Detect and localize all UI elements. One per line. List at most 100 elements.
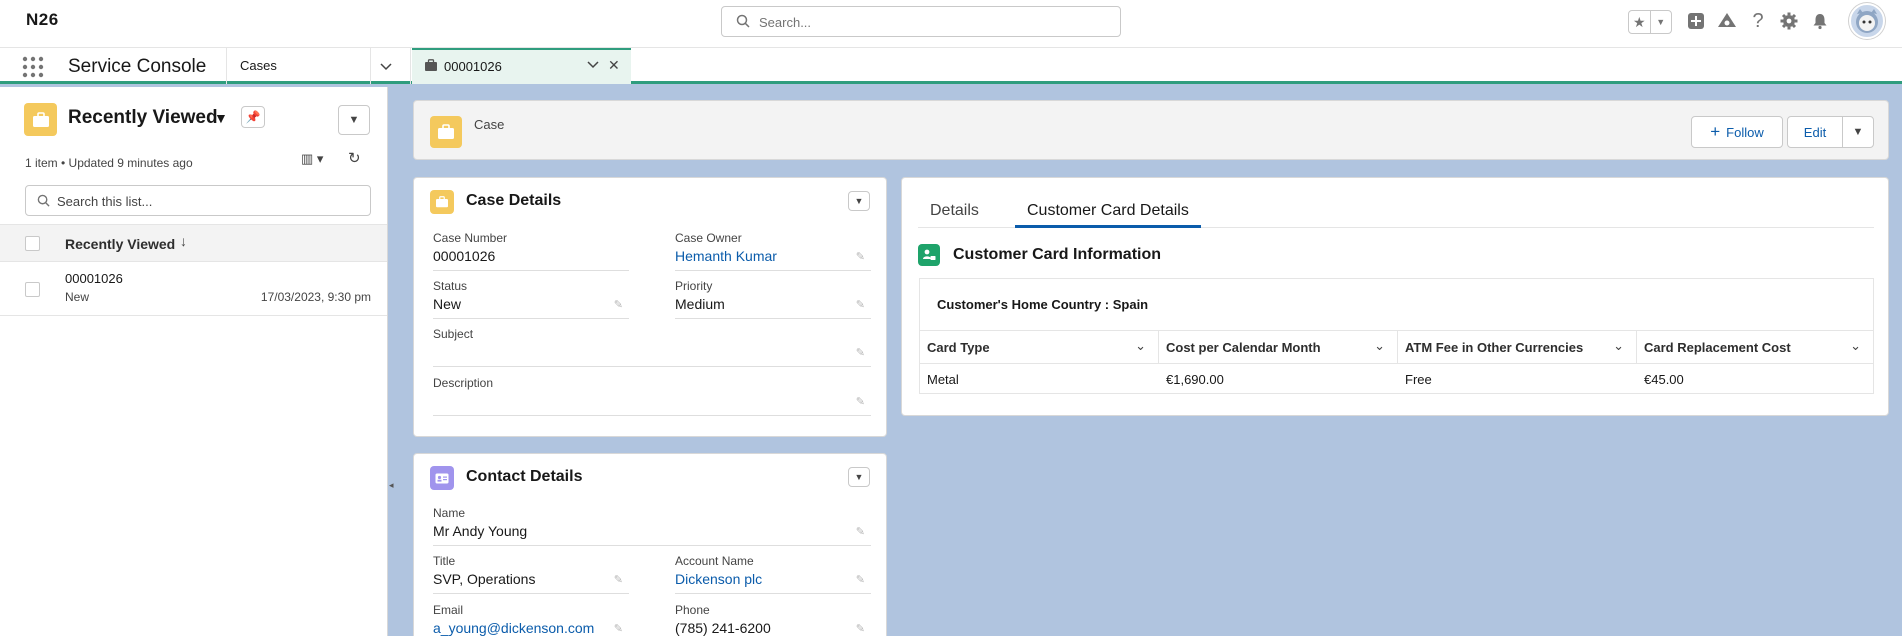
list-item-status: New	[65, 290, 90, 304]
edit-button[interactable]: Edit	[1787, 116, 1843, 148]
chevron-down-icon[interactable]: ⌄	[1850, 338, 1861, 354]
edit-pencil-icon[interactable]: ✎	[856, 395, 865, 408]
chevron-down-icon[interactable]: ⌄	[1374, 338, 1385, 354]
field-value: 00001026	[433, 248, 496, 264]
list-search-placeholder: Search this list...	[57, 194, 153, 209]
list-item[interactable]: 00001026 New 17/03/2023, 9:30 pm	[0, 262, 387, 316]
nav-divider	[370, 48, 371, 84]
edit-pencil-icon[interactable]: ✎	[614, 573, 623, 586]
account-name-link[interactable]: Dickenson plc	[675, 571, 762, 587]
list-item-date: 17/03/2023, 9:30 pm	[260, 290, 371, 304]
field-value: Mr Andy Young	[433, 523, 528, 539]
case-owner-link[interactable]: Hemanth Kumar	[675, 248, 777, 264]
chevron-down-icon[interactable]: ⌄	[1613, 338, 1624, 354]
column-header-card-type[interactable]: Card Type ⌄	[920, 331, 1159, 364]
edit-pencil-icon[interactable]: ✎	[856, 525, 865, 538]
email-link[interactable]: a_young@dickenson.com	[433, 620, 594, 636]
add-icon[interactable]	[1685, 10, 1707, 32]
list-view-picker-icon[interactable]: ▼	[214, 110, 228, 126]
card-title: Case Details	[466, 192, 562, 209]
global-header: N26 Search... ★ ▼ ?	[0, 0, 1902, 48]
chevron-down-icon[interactable]	[587, 57, 599, 72]
tab-case-00001026[interactable]: 00001026 ✕	[412, 48, 631, 84]
edit-pencil-icon[interactable]: ✎	[856, 573, 865, 586]
field-title: Title SVP, Operations ✎	[433, 554, 629, 594]
tab-cases[interactable]: Cases	[227, 48, 370, 84]
case-object-icon	[430, 116, 462, 148]
field-account-name: Account Name Dickenson plc ✎	[675, 554, 871, 594]
plus-icon: +	[1710, 122, 1721, 141]
field-label: Status	[433, 279, 468, 293]
list-search-input[interactable]: Search this list...	[25, 185, 371, 216]
tab-cases-label: Cases	[240, 58, 277, 73]
app-navigation-bar: Service Console Cases 00001026 ✕	[0, 48, 1902, 84]
edit-pencil-icon[interactable]: ✎	[856, 346, 865, 359]
card-menu-button[interactable]: ▼	[848, 191, 870, 211]
case-details-card: Case Details ▼ Case Number 00001026 Case…	[413, 177, 887, 437]
display-as-table-icon[interactable]: ▥ ▾	[301, 151, 323, 167]
global-search-input[interactable]: Search...	[721, 6, 1121, 37]
list-header-row: Recently Viewed ↓	[0, 224, 387, 262]
collapse-panel-icon[interactable]: ◂	[389, 480, 394, 491]
chevron-down-icon[interactable]: ⌄	[1135, 338, 1146, 354]
nav-divider	[410, 48, 411, 84]
field-label: Phone	[675, 603, 710, 617]
field-label: Priority	[675, 279, 713, 293]
setup-gear-icon[interactable]	[1778, 10, 1800, 32]
field-description: Description ✎	[433, 376, 871, 416]
follow-button[interactable]: + Follow	[1691, 116, 1783, 148]
column-header-label: Card Type	[927, 340, 990, 355]
column-header-atm-fee[interactable]: ATM Fee in Other Currencies ⌄	[1398, 331, 1637, 364]
close-icon[interactable]: ✕	[608, 57, 620, 74]
list-view-controls-button[interactable]: ▼	[338, 105, 370, 135]
tab-customer-card-details[interactable]: Customer Card Details	[1015, 192, 1201, 228]
chevron-down-icon[interactable]	[380, 58, 392, 74]
edit-pencil-icon[interactable]: ✎	[614, 622, 623, 635]
field-value: SVP, Operations	[433, 571, 536, 587]
edit-pencil-icon[interactable]: ✎	[614, 298, 623, 311]
field-label: Name	[433, 506, 466, 520]
app-launcher-icon[interactable]	[22, 56, 44, 78]
tab-details[interactable]: Details	[930, 202, 979, 220]
select-all-checkbox[interactable]	[25, 236, 40, 251]
column-header-recently-viewed[interactable]: Recently Viewed	[65, 236, 175, 252]
app-name: Service Console	[68, 56, 207, 77]
home-country-text: Customer's Home Country : Spain	[937, 297, 1149, 312]
field-value: Medium	[675, 296, 725, 312]
field-value[interactable]: (785) 241-6200	[675, 620, 771, 636]
record-header: Case + Follow Edit ▼	[413, 100, 1889, 160]
field-label: Case Number	[433, 231, 508, 245]
avatar[interactable]	[1849, 3, 1885, 39]
pin-icon[interactable]: 📌	[241, 106, 265, 128]
row-checkbox[interactable]	[25, 282, 40, 297]
table-cell: Free	[1405, 372, 1432, 387]
help-icon[interactable]: ?	[1747, 10, 1769, 32]
record-object-label: Case	[474, 117, 505, 132]
column-header-replacement-cost[interactable]: Card Replacement Cost ⌄	[1637, 331, 1873, 364]
field-value: New	[433, 296, 462, 312]
contact-icon	[430, 466, 454, 490]
field-label: Case Owner	[675, 231, 742, 245]
notification-bell-icon[interactable]	[1809, 10, 1831, 32]
refresh-icon[interactable]: ↻	[348, 149, 361, 167]
column-header-cost-per-month[interactable]: Cost per Calendar Month ⌄	[1159, 331, 1398, 364]
field-label: Account Name	[675, 554, 754, 568]
edit-pencil-icon[interactable]: ✎	[856, 622, 865, 635]
customer-card-panel: Details Customer Card Details Customer C…	[901, 177, 1889, 416]
briefcase-icon	[425, 59, 437, 71]
search-icon	[736, 14, 750, 28]
star-icon[interactable]: ★	[1629, 11, 1651, 33]
favorites-button[interactable]: ★ ▼	[1628, 10, 1672, 34]
list-item-number[interactable]: 00001026	[65, 271, 123, 286]
trailhead-icon[interactable]	[1716, 10, 1738, 32]
chevron-down-icon[interactable]: ▼	[1651, 11, 1672, 33]
edit-pencil-icon[interactable]: ✎	[856, 250, 865, 263]
sort-arrow-icon[interactable]: ↓	[180, 233, 187, 249]
follow-button-label: Follow	[1726, 124, 1764, 140]
field-subject: Subject ✎	[433, 327, 871, 367]
list-view-title[interactable]: Recently Viewed	[68, 107, 218, 129]
n26-logo[interactable]: N26	[26, 10, 59, 30]
more-actions-button[interactable]: ▼	[1842, 116, 1874, 148]
card-menu-button[interactable]: ▼	[848, 467, 870, 487]
edit-pencil-icon[interactable]: ✎	[856, 298, 865, 311]
